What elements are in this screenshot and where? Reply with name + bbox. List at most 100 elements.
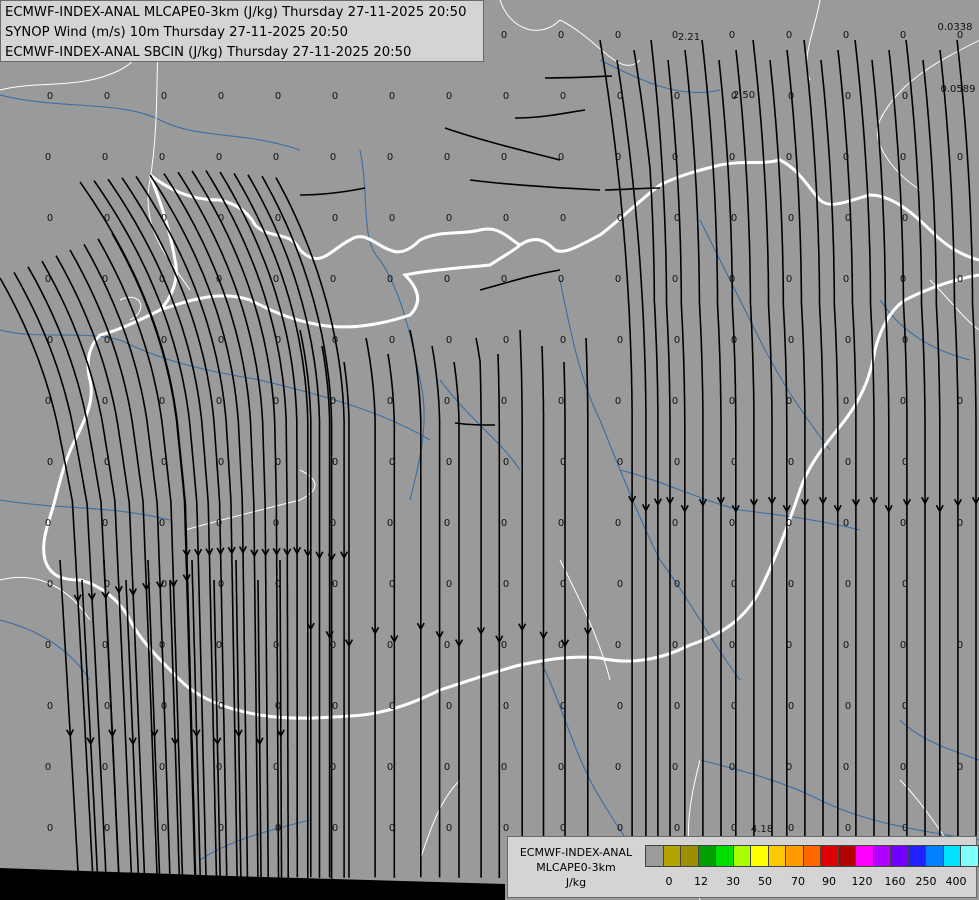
- cin-value: 0: [218, 335, 224, 346]
- cin-value: 0: [216, 640, 222, 651]
- cin-value: 0: [615, 762, 621, 773]
- cin-value: 0: [900, 396, 906, 407]
- cin-value: 0: [216, 274, 222, 285]
- cin-value: 0: [900, 762, 906, 773]
- cin-value: 0: [45, 152, 51, 163]
- cin-value: 0: [389, 335, 395, 346]
- cin-value: 0: [560, 579, 566, 590]
- cin-value: 0: [845, 701, 851, 712]
- cin-value: 0: [161, 213, 167, 224]
- cin-value: 0: [674, 579, 680, 590]
- cin-value: 0: [788, 457, 794, 468]
- cin-value: 0: [161, 457, 167, 468]
- legend-swatch: [733, 846, 751, 866]
- legend-swatch: [646, 846, 664, 866]
- cin-value: 0: [218, 701, 224, 712]
- legend-swatch: [873, 846, 891, 866]
- cin-value: 0: [102, 396, 108, 407]
- cin-value: 0: [560, 457, 566, 468]
- cin-value: 0: [273, 762, 279, 773]
- legend-title-line-2: MLCAPE0-3km: [536, 861, 616, 874]
- cin-value: 0: [275, 701, 281, 712]
- legend-swatch: [908, 846, 926, 866]
- cin-value: 0: [558, 152, 564, 163]
- cin-value: 0: [503, 457, 509, 468]
- cin-value: 0: [617, 213, 623, 224]
- title-line-3: ECMWF-INDEX-ANAL SBCIN (J/kg) Thursday 2…: [5, 45, 412, 60]
- cin-value: 0: [674, 701, 680, 712]
- cin-value: 0: [102, 762, 108, 773]
- cin-value: 0: [444, 518, 450, 529]
- cin-value: 0: [957, 274, 963, 285]
- cin-value: 0: [902, 91, 908, 102]
- cin-value: 0: [845, 335, 851, 346]
- cin-value: 0: [957, 396, 963, 407]
- cin-value: 0: [332, 579, 338, 590]
- cin-value: 0: [786, 640, 792, 651]
- value-label: 2.50: [733, 90, 755, 101]
- cin-value: 0: [218, 823, 224, 834]
- cin-value: 0: [900, 518, 906, 529]
- cin-value: 0: [275, 91, 281, 102]
- cin-value: 0: [558, 30, 564, 41]
- cin-value: 0: [102, 152, 108, 163]
- cin-value: 0: [45, 396, 51, 407]
- cin-value: 0: [558, 396, 564, 407]
- legend-swatch: [803, 846, 821, 866]
- cin-value: 0: [161, 823, 167, 834]
- cin-value: 0: [902, 457, 908, 468]
- map-background: [0, 0, 979, 900]
- cin-value: 0: [902, 701, 908, 712]
- title-line-1: ECMWF-INDEX-ANAL MLCAPE0-3km (J/kg) Thur…: [5, 5, 467, 20]
- cin-value: 0: [902, 213, 908, 224]
- cin-value: 0: [161, 701, 167, 712]
- cin-value: 0: [501, 30, 507, 41]
- cin-value: 0: [104, 335, 110, 346]
- weather-map[interactable]: 0 0 0 0 0 0 0 0 0 0 0 0 0 0 0 0 0 0 0 0 0 0 0 0 0 0 0 0 0 0 0 0 0 0 0 0 0 0 0 0…: [0, 0, 979, 900]
- cin-value: 0: [446, 457, 452, 468]
- cin-value: 0: [729, 396, 735, 407]
- cin-value: 0: [275, 579, 281, 590]
- cin-value: 0: [957, 762, 963, 773]
- value-label: 0.0338: [938, 22, 973, 33]
- cin-value: 0: [444, 640, 450, 651]
- cin-value: 0: [560, 701, 566, 712]
- cin-value: 0: [389, 701, 395, 712]
- cin-value: 0: [387, 762, 393, 773]
- cin-value: 0: [275, 213, 281, 224]
- cin-value: 0: [558, 274, 564, 285]
- map-canvas[interactable]: 0 0 0 0 0 0 0 0 0 0 0 0 0 0 0 0 0 0 0 0 0 0 0 0 0 0 0 0 0 0 0 0 0 0 0 0 0 0 0 0…: [0, 0, 979, 900]
- legend-tick: 12: [694, 875, 708, 888]
- cin-value: 0: [788, 579, 794, 590]
- cin-value: 0: [503, 91, 509, 102]
- cin-value: 0: [159, 640, 165, 651]
- legend-tick: 70: [791, 875, 805, 888]
- cin-value: 0: [845, 213, 851, 224]
- cin-value: 0: [102, 274, 108, 285]
- cin-value: 0: [444, 396, 450, 407]
- cin-value: 0: [47, 213, 53, 224]
- cin-value: 0: [446, 579, 452, 590]
- cin-value: 0: [843, 762, 849, 773]
- cin-value: 0: [47, 457, 53, 468]
- cin-value: 0: [845, 823, 851, 834]
- cin-value: 0: [672, 152, 678, 163]
- cin-value: 0: [389, 579, 395, 590]
- legend-swatch: [698, 846, 716, 866]
- cin-value: 0: [446, 823, 452, 834]
- cin-value: 0: [159, 762, 165, 773]
- legend-swatch: [768, 846, 786, 866]
- cin-value: 0: [216, 396, 222, 407]
- cin-value: 0: [729, 152, 735, 163]
- cin-value: 0: [731, 457, 737, 468]
- cin-value: 0: [47, 579, 53, 590]
- cin-value: 0: [104, 91, 110, 102]
- cin-value: 0: [615, 30, 621, 41]
- legend-tick: 400: [945, 875, 967, 888]
- cin-value: 0: [501, 640, 507, 651]
- cin-value: 0: [845, 579, 851, 590]
- cin-value: 0: [387, 640, 393, 651]
- cin-value: 0: [615, 274, 621, 285]
- cin-value: 0: [47, 701, 53, 712]
- cin-value: 0: [161, 579, 167, 590]
